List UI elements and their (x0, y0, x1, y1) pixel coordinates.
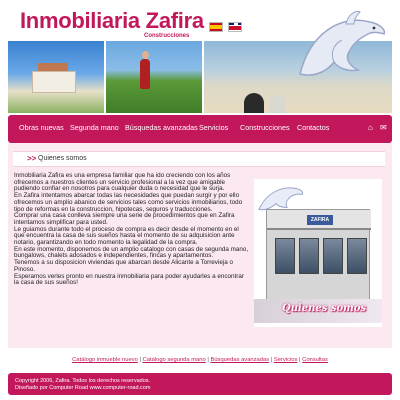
footer-links: Catálogo inmueble nuevo | Catálogo segun… (72, 357, 328, 363)
golf-photo (106, 41, 202, 113)
about-paragraph: Le guiamos durante todo el proceso de co… (14, 225, 239, 247)
home-icon[interactable]: ⌂ (368, 123, 373, 132)
footer-link-catalogo-segunda-mano[interactable]: Catálogo segunda mano (143, 357, 206, 363)
content-area: >> Quienes somos Inmobiliaria Zafira es … (8, 143, 392, 348)
spain-flag-icon[interactable] (209, 22, 223, 32)
nav-construcciones[interactable]: Construcciones (240, 123, 290, 132)
footer-copyright: Copyright 2006, Zafira. Todos los derech… (15, 378, 151, 384)
nav-obras-nuevas[interactable]: Obras nuevas (19, 123, 64, 132)
villa-house (32, 71, 76, 93)
beach-person-woman (270, 95, 286, 113)
building-window (323, 238, 343, 274)
uk-flag-icon[interactable] (228, 22, 242, 32)
golfer (140, 59, 150, 89)
building-window (347, 238, 367, 274)
footer-link-busquedas[interactable]: Búsquedas avanzadas (210, 357, 269, 363)
golfer-head (142, 51, 149, 59)
footer: Copyright 2006, Zafira. Todos los derech… (8, 373, 392, 395)
double-chevron-right-icon: >> (27, 154, 37, 163)
office-building: ZAFIRA (266, 209, 371, 301)
about-paragraph: Esperamos verles pronto en nuestra inmob… (14, 272, 244, 287)
about-paragraph: Tenemos a su disposicion viviendas que a… (14, 259, 234, 273)
dolphin-icon (258, 187, 304, 211)
language-selector (209, 22, 242, 32)
footer-link-servicios[interactable]: Servicios (274, 357, 298, 363)
site-logo-title[interactable]: Inmobiliaria Zafira (20, 8, 204, 34)
building-window (299, 238, 319, 274)
nav-busquedas-avanzadas[interactable]: Búsquedas avanzadas (125, 123, 198, 132)
building-sign: ZAFIRA (307, 215, 333, 225)
about-paragraph: En este momento, disponemos de un amplio… (14, 245, 249, 260)
nav-contactos[interactable]: Contactos (297, 123, 329, 132)
footer-link-catalogo-nuevo[interactable]: Catálogo inmueble nuevo (72, 357, 138, 363)
about-text: Inmobiliaria Zafira es una empresa famil… (14, 172, 250, 287)
mail-icon[interactable]: ✉ (380, 123, 387, 132)
dolphin-logo-icon (299, 11, 386, 76)
about-paragraph: Comprar una casa conlleva siempre una se… (14, 212, 235, 226)
about-paragraph: Inmobiliaria Zafira es una empresa famil… (14, 172, 231, 193)
villa-photo (8, 41, 104, 113)
about-paragraph: En Zafira intentamos abarcar todas las n… (14, 192, 243, 213)
section-title: Quienes somos (38, 155, 87, 162)
beach-person-man (244, 93, 264, 113)
footer-designer-credit[interactable]: Diseñado por Computer Road www.computer-… (15, 385, 150, 391)
photo-caption: Quienes somos (282, 303, 367, 314)
footer-link-consultas[interactable]: Consultas (302, 357, 328, 363)
office-photo: ZAFIRA Quienes somos (254, 179, 382, 327)
main-navigation: Obras nuevas Segunda mano Búsquedas avan… (8, 115, 392, 143)
nav-servicios[interactable]: Servicios (199, 123, 228, 132)
building-window (275, 238, 295, 274)
nav-segunda-mano[interactable]: Segunda mano (70, 123, 119, 132)
site-logo-subtitle: Construcciones (144, 33, 190, 39)
section-header: >> Quienes somos (13, 151, 385, 167)
